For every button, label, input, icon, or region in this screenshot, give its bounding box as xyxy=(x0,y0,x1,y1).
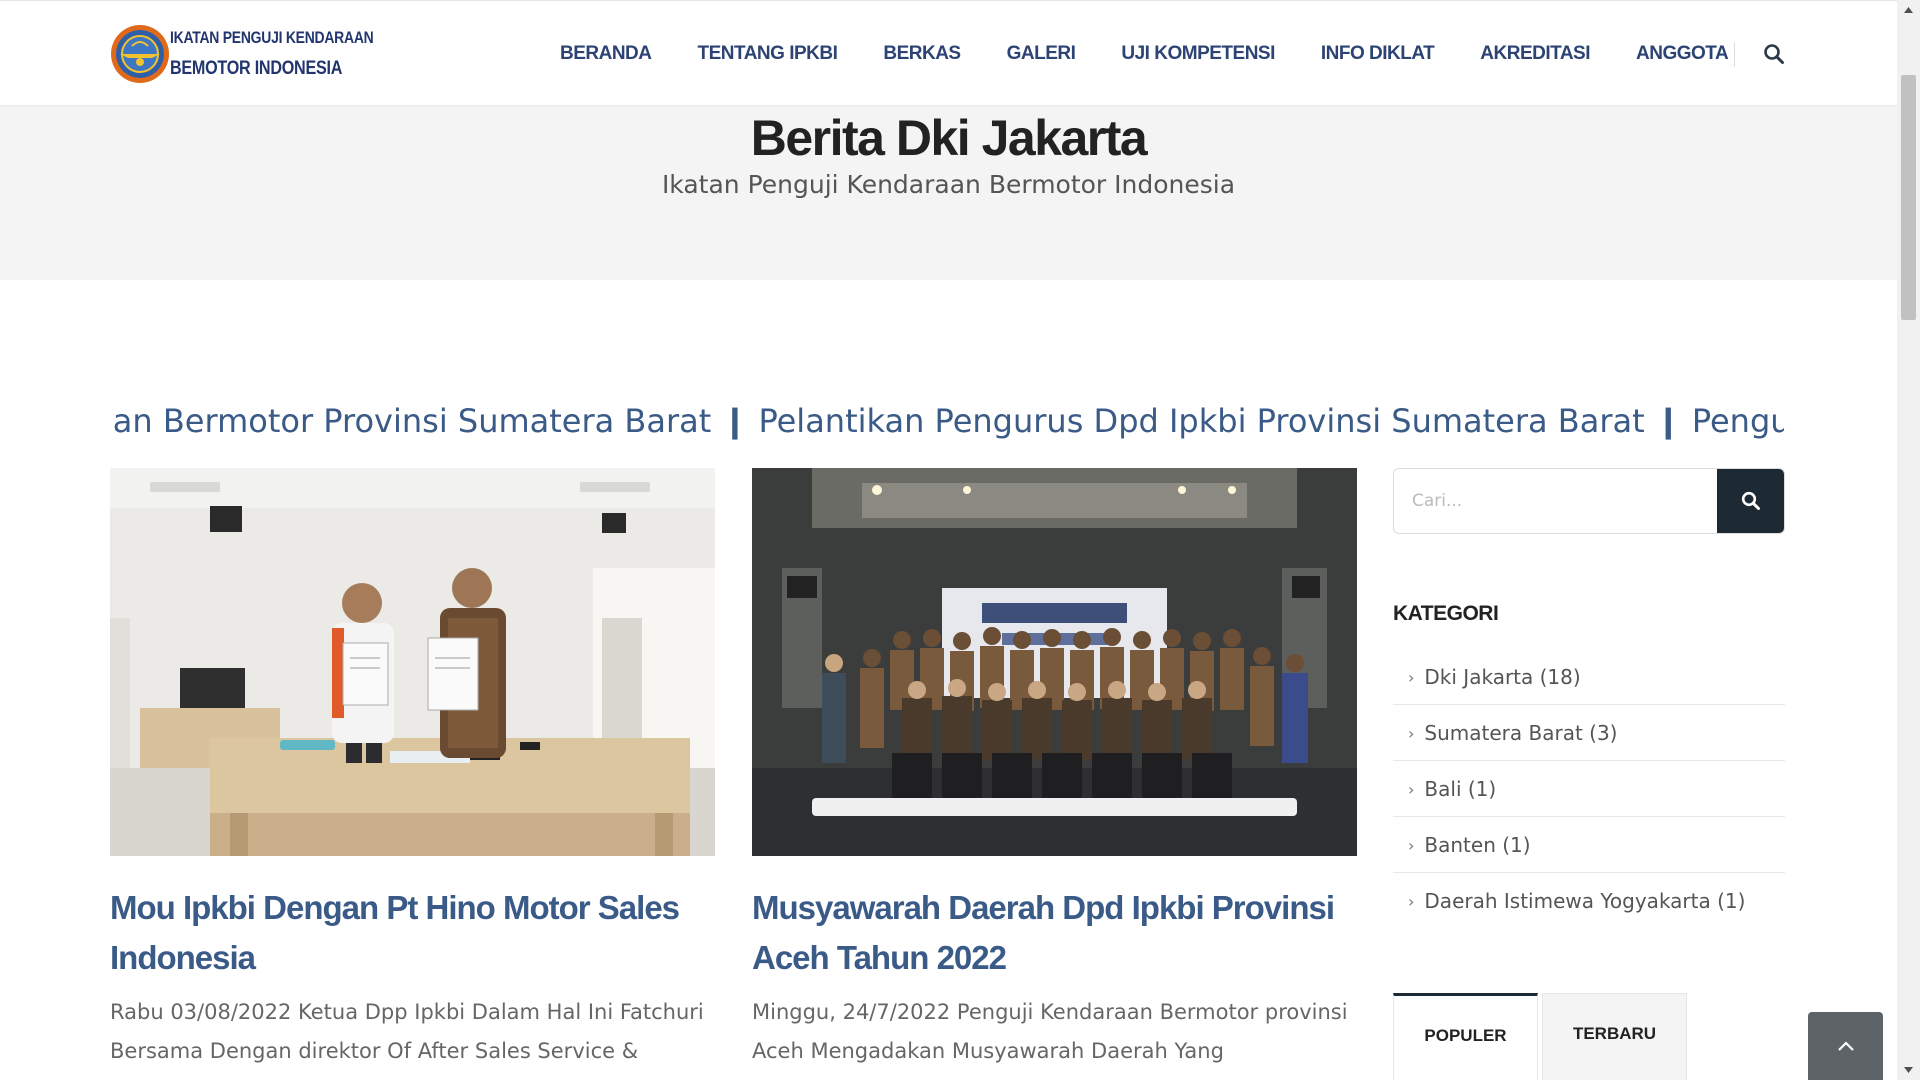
news-ticker-text[interactable]: raan Bermotor Provinsi Sumatera Barat ❙ … xyxy=(110,402,1784,440)
category-label: Sumatera Barat (3) xyxy=(1424,721,1618,745)
chevron-right-icon: › xyxy=(1408,779,1415,799)
search-icon[interactable] xyxy=(1763,43,1785,65)
category-item-banten[interactable]: › Banten (1) xyxy=(1393,818,1785,873)
page-scrollbar[interactable] xyxy=(1897,0,1920,1080)
nav-beranda[interactable]: BERANDA xyxy=(560,39,652,69)
category-list: › Dki Jakarta (18) › Sumatera Barat (3) … xyxy=(1393,650,1785,929)
logo-line-1: IKATAN PENGUJI KENDARAAN xyxy=(170,28,374,47)
post-image[interactable] xyxy=(110,468,715,856)
post-title[interactable]: Musyawarah Daerah Dpd Ipkbi Provinsi Ace… xyxy=(752,883,1357,983)
nav-akreditasi[interactable]: AKREDITASI xyxy=(1480,39,1590,69)
nav-tentang-ipkbi[interactable]: TENTANG IPKBI xyxy=(698,39,838,69)
category-label: Daerah Istimewa Yogyakarta (1) xyxy=(1424,889,1746,913)
nav-berkas[interactable]: BERKAS xyxy=(883,39,961,69)
category-label: Dki Jakarta (18) xyxy=(1424,665,1581,689)
category-label: Banten (1) xyxy=(1424,833,1531,857)
scroll-up-icon[interactable] xyxy=(1897,0,1920,20)
page-title-band: Berita Dki Jakarta Ikatan Penguji Kendar… xyxy=(0,105,1897,280)
page-title: Berita Dki Jakarta xyxy=(750,110,1148,166)
post-photo-office xyxy=(110,468,715,856)
nav-info-diklat[interactable]: INFO DIKLAT xyxy=(1321,39,1435,69)
site-logo[interactable]: IKATAN PENGUJI KENDARAAN BEMOTOR INDONES… xyxy=(110,24,374,86)
page-subtitle: Ikatan Penguji Kendaraan Bermotor Indone… xyxy=(661,170,1236,199)
tab-terbaru[interactable]: TERBARU xyxy=(1542,993,1687,1080)
post-excerpt: Rabu 03/08/2022 Ketua Dpp Ipkbi Dalam Ha… xyxy=(110,1000,704,1063)
scroll-down-icon[interactable] xyxy=(1897,1060,1920,1080)
page-viewport: IKATAN PENGUJI KENDARAAN BEMOTOR INDONES… xyxy=(0,0,1897,1080)
chevron-right-icon: › xyxy=(1408,891,1415,911)
category-label: Bali (1) xyxy=(1424,777,1497,801)
post-photo-group xyxy=(752,468,1357,856)
post-image[interactable] xyxy=(752,468,1357,856)
category-item-yogyakarta[interactable]: › Daerah Istimewa Yogyakarta (1) xyxy=(1393,874,1785,928)
chevron-up-icon xyxy=(1837,1041,1854,1051)
chevron-right-icon: › xyxy=(1408,835,1415,855)
back-to-top-button[interactable] xyxy=(1808,1012,1883,1080)
site-header: IKATAN PENGUJI KENDARAAN BEMOTOR INDONES… xyxy=(0,0,1897,105)
nav-uji-kompetensi[interactable]: UJI KOMPETENSI xyxy=(1121,39,1275,69)
nav-divider xyxy=(1734,42,1735,67)
nav-anggota[interactable]: ANGGOTA xyxy=(1636,39,1729,69)
news-ticker[interactable]: raan Bermotor Provinsi Sumatera Barat ❙ … xyxy=(110,400,1784,450)
category-item-bali[interactable]: › Bali (1) xyxy=(1393,762,1785,817)
search-icon xyxy=(1741,491,1760,510)
sidebar-search xyxy=(1393,468,1785,534)
tab-populer[interactable]: POPULER xyxy=(1393,993,1538,1080)
search-input[interactable] xyxy=(1394,469,1718,533)
post-excerpt: Minggu, 24/7/2022 Penguji Kendaraan Berm… xyxy=(752,1000,1348,1063)
scrollbar-thumb[interactable] xyxy=(1901,75,1916,320)
nav-galeri[interactable]: GALERI xyxy=(1007,39,1076,69)
search-button[interactable] xyxy=(1717,469,1784,533)
main-nav: BERANDA TENTANG IPKBI BERKAS GALERI UJI … xyxy=(560,39,1774,69)
category-item-sumatera-barat[interactable]: › Sumatera Barat (3) xyxy=(1393,706,1785,761)
chevron-right-icon: › xyxy=(1408,723,1415,743)
chevron-right-icon: › xyxy=(1408,667,1415,687)
logo-line-2: BEMOTOR INDONESIA xyxy=(170,58,343,79)
logo-emblem-icon xyxy=(111,25,169,83)
categories-heading: KATEGORI xyxy=(1393,602,1499,625)
category-item-dki-jakarta[interactable]: › Dki Jakarta (18) xyxy=(1393,650,1785,705)
post-title[interactable]: Mou Ipkbi Dengan Pt Hino Motor Sales Ind… xyxy=(110,883,715,983)
